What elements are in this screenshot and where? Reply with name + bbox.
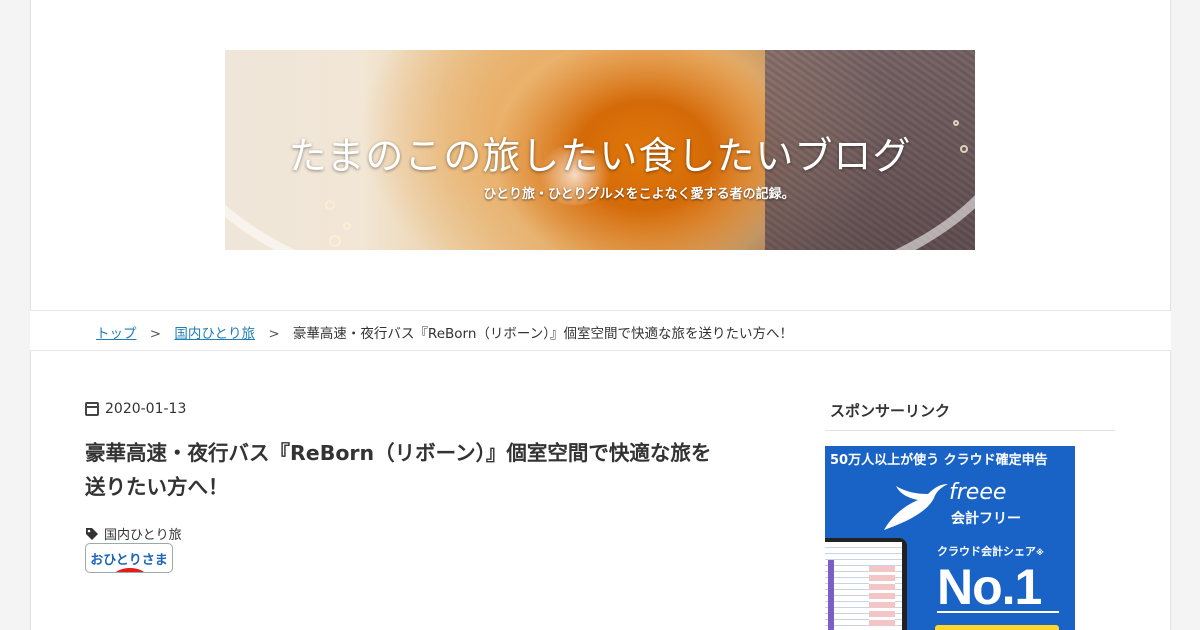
- breadcrumb-bar: トップ > 国内ひとり旅 > 豪華高速・夜行バス『ReBorn（リボーン）』個室…: [30, 310, 1171, 351]
- sidebar-heading: スポンサーリンク: [825, 400, 1115, 431]
- ohitorisama-badge[interactable]: おひとりさま: [85, 543, 173, 573]
- breadcrumb-separator: >: [149, 326, 162, 342]
- post-tag-row: 国内ひとり旅: [85, 524, 182, 543]
- ad-tablet-image: [825, 538, 907, 630]
- post-tag[interactable]: 国内ひとり旅: [104, 524, 182, 543]
- sponsored-ad-banner[interactable]: 50万人以上が使う クラウド確定申告 freee 会計フリー クラウド会計シェア…: [825, 446, 1075, 630]
- breadcrumb-link-top[interactable]: トップ: [96, 326, 137, 342]
- calendar-icon: [85, 402, 99, 416]
- ad-cta-button[interactable]: [935, 625, 1059, 630]
- post-date: 2020-01-13: [105, 401, 187, 417]
- article-title: 豪華高速・夜行バス『ReBorn（リボーン）』個室空間で快適な旅を送りたい方へ！: [85, 441, 712, 499]
- breadcrumb-link-category[interactable]: 国内ひとり旅: [174, 326, 255, 342]
- banner-bubble: [329, 235, 341, 247]
- site-tagline: ひとり旅・ひとりグルメをこよなく愛する者の記録。: [483, 187, 795, 202]
- ad-share-label: クラウド会計シェア: [937, 545, 1036, 558]
- swallow-logo-icon: [884, 484, 948, 530]
- breadcrumb: トップ > 国内ひとり旅 > 豪華高速・夜行バス『ReBorn（リボーン）』個室…: [96, 322, 793, 342]
- header-banner[interactable]: たまのこの旅したい食したいブログ ひとり旅・ひとりグルメをこよなく愛する者の記録…: [225, 50, 975, 250]
- ad-headline: No.1: [937, 559, 1042, 615]
- badge-label: おひとりさま: [90, 553, 168, 568]
- ad-brand: freee: [949, 480, 1007, 505]
- ad-tablet-screen: [825, 542, 902, 630]
- banner-bubble: [343, 222, 351, 230]
- breadcrumb-separator: >: [268, 326, 280, 342]
- post-date-row: 2020-01-13: [85, 401, 186, 417]
- ad-company: 会計フリー: [951, 511, 1021, 527]
- ad-share-text: クラウド会計シェア※: [937, 543, 1044, 559]
- ad-headline-underline: [937, 611, 1059, 613]
- ad-share-note: ※: [1036, 548, 1044, 557]
- breadcrumb-current: 豪華高速・夜行バス『ReBorn（リボーン）』個室空間で快適な旅を送りたい方へ！: [292, 326, 793, 342]
- site-title[interactable]: たまのこの旅したい食したいブログ: [225, 125, 975, 180]
- ad-top-text: 50万人以上が使う クラウド確定申告: [830, 453, 1048, 468]
- tag-icon: [86, 527, 98, 540]
